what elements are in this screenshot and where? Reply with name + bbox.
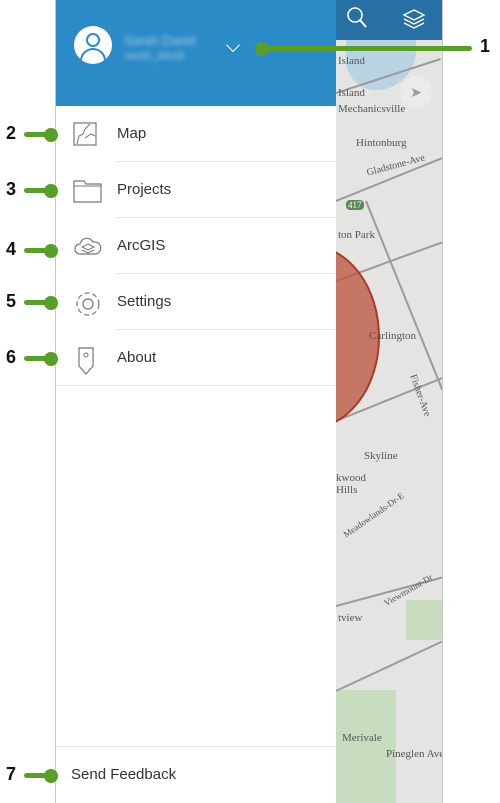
menu-item-label: Projects	[117, 181, 172, 198]
info-pin-icon	[73, 346, 99, 375]
account-header[interactable]: Sarah David sarah_david	[56, 0, 336, 106]
callout-dot	[44, 296, 58, 310]
callout-dot	[44, 352, 58, 366]
send-feedback-label: Send Feedback	[71, 766, 177, 783]
callout-number: 5	[6, 291, 17, 311]
callout-dot	[44, 244, 58, 258]
menu-item-settings[interactable]: Settings	[56, 274, 336, 330]
map-label: Skyline	[364, 450, 398, 462]
layers-icon[interactable]	[402, 8, 426, 36]
callout-dot	[44, 184, 58, 198]
map-label: Island	[338, 87, 365, 99]
map-label: Carlington	[369, 330, 417, 342]
folder-icon	[73, 178, 102, 203]
map-label: tview	[338, 612, 363, 624]
map-label: Mechanicsville	[338, 103, 406, 115]
phone-screen: Island Island Mechanicsville Hintonburg …	[55, 0, 443, 803]
menu-item-label: Settings	[117, 293, 172, 310]
callout-number: 3	[6, 179, 17, 199]
map-view[interactable]: Island Island Mechanicsville Hintonburg …	[336, 0, 442, 803]
map-icon	[73, 122, 99, 146]
map-label: Pineglen Ave	[386, 748, 442, 760]
callout-dot	[44, 128, 58, 142]
search-icon[interactable]	[346, 6, 368, 36]
map-label: Merivale	[342, 732, 382, 744]
chevron-down-icon[interactable]	[225, 37, 241, 53]
gear-icon	[73, 290, 100, 316]
map-label: Hintonburg	[356, 137, 407, 149]
callout-number: 1	[480, 36, 491, 56]
map-label: Meadowlands-Dr-E	[341, 490, 406, 540]
callout-number: 6	[6, 347, 17, 367]
map-label: ton Park	[338, 229, 375, 241]
menu-item-label: Map	[117, 125, 147, 142]
menu-item-map[interactable]: Map	[56, 106, 336, 162]
menu-item-arcgis[interactable]: ArcGIS	[56, 218, 336, 274]
map-toolbar	[336, 0, 442, 40]
map-label: Island	[338, 55, 365, 67]
locate-icon[interactable]: ➤	[400, 76, 432, 108]
menu-item-about[interactable]: About	[56, 330, 336, 386]
callout-line	[262, 46, 472, 51]
callout-number: 7	[6, 764, 17, 784]
callout-dot	[255, 42, 269, 56]
side-drawer: Sarah David sarah_david Map Projects Arc…	[56, 0, 336, 803]
send-feedback-button[interactable]: Send Feedback	[56, 746, 336, 803]
callout-number: 2	[6, 123, 17, 143]
map-label: kwood Hills	[336, 472, 366, 496]
cloud-layers-icon	[73, 234, 102, 258]
avatar	[74, 26, 112, 64]
user-name: Sarah David	[124, 33, 196, 48]
map-label: Fisher-Ave	[407, 372, 433, 419]
callout-number: 4	[6, 239, 17, 259]
menu-item-label: ArcGIS	[117, 237, 166, 254]
callout-dot	[44, 769, 58, 783]
menu-item-label: About	[117, 349, 157, 366]
user-id: sarah_david	[124, 50, 184, 62]
menu-item-projects[interactable]: Projects	[56, 162, 336, 218]
map-label: 417	[346, 200, 364, 210]
